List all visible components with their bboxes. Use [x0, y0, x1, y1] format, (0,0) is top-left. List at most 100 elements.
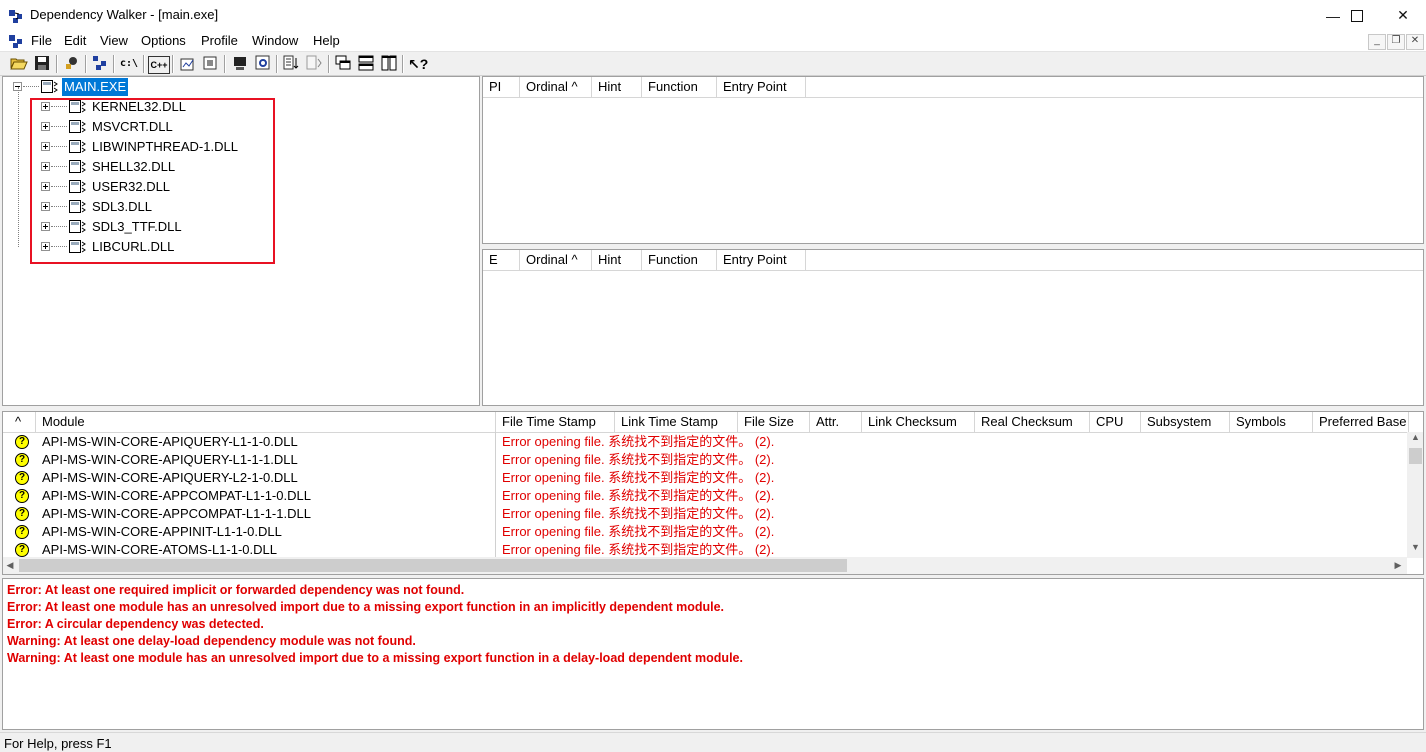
app-icon — [9, 10, 22, 23]
exports-pane: E Ordinal ^ Hint Function Entry Point — [482, 249, 1424, 406]
missing-module-icon: ? — [15, 489, 29, 503]
title-bar: Dependency Walker - [main.exe] — ✕ — [0, 0, 1426, 31]
table-row[interactable]: ? API-MS-WIN-CORE-ATOMS-L1-1-0.DLL Error o… — [3, 541, 1409, 557]
tile-vertical-icon[interactable] — [379, 55, 399, 73]
col-hint[interactable]: Hint — [592, 77, 642, 97]
table-row[interactable]: ? API-MS-WIN-CORE-APPINIT-L1-1-0.DLL Error… — [3, 523, 1409, 541]
col-subsystem[interactable]: Subsystem — [1141, 412, 1230, 432]
exports-header: E Ordinal ^ Hint Function Entry Point — [483, 250, 1423, 271]
scroll-up-icon[interactable]: ▲ — [1407, 432, 1423, 446]
missing-module-icon: ? — [15, 453, 29, 467]
col-entry-point[interactable]: Entry Point — [717, 250, 806, 270]
table-row[interactable]: ? API-MS-WIN-CORE-APPCOMPAT-L1-1-1.DLL Err… — [3, 505, 1409, 523]
log-line: Warning: At least one module has an unre… — [7, 651, 743, 665]
missing-module-icon: ? — [15, 525, 29, 539]
collapse-all-icon[interactable] — [304, 55, 324, 73]
col-ordinal[interactable]: Ordinal ^ — [520, 250, 592, 270]
log-line: Error: A circular dependency was detecte… — [7, 617, 264, 631]
menu-file[interactable]: File — [31, 33, 52, 48]
col-e[interactable]: E — [483, 250, 520, 270]
col-cpu[interactable]: CPU — [1090, 412, 1141, 432]
module-list-icon[interactable] — [230, 55, 250, 73]
module-status: Error opening file. 系统找不到指定的文件。 (2). — [502, 488, 775, 503]
menu-bar: File Edit View Options Profile Window He… — [0, 31, 1426, 51]
col-sort[interactable]: ^ — [3, 412, 36, 432]
col-link-checksum[interactable]: Link Checksum — [862, 412, 975, 432]
col-real-checksum[interactable]: Real Checksum — [975, 412, 1090, 432]
maximize-button[interactable] — [1334, 0, 1380, 31]
module-name: API-MS-WIN-CORE-APPCOMPAT-L1-1-1.DLL — [42, 506, 311, 521]
log-line: Error: At least one required implicit or… — [7, 583, 465, 597]
menu-profile[interactable]: Profile — [201, 33, 238, 48]
menu-options[interactable]: Options — [141, 33, 186, 48]
highlight-box — [30, 98, 275, 264]
col-hint[interactable]: Hint — [592, 250, 642, 270]
menu-view[interactable]: View — [100, 33, 128, 48]
copy-icon[interactable] — [62, 55, 82, 73]
undecorate-cpp-button[interactable]: C++ — [148, 56, 170, 74]
find-icon[interactable] — [253, 55, 273, 73]
scroll-down-icon[interactable]: ▼ — [1407, 542, 1423, 556]
col-function[interactable]: Function — [642, 77, 717, 97]
menu-edit[interactable]: Edit — [64, 33, 86, 48]
cascade-icon[interactable] — [333, 55, 353, 73]
table-row[interactable]: ? API-MS-WIN-CORE-APIQUERY-L1-1-1.DLL Erro… — [3, 451, 1409, 469]
module-status: Error opening file. 系统找不到指定的文件。 (2). — [502, 524, 775, 539]
status-text: For Help, press F1 — [4, 736, 112, 751]
module-list-body: ? API-MS-WIN-CORE-APIQUERY-L1-1-0.DLL Erro… — [3, 433, 1409, 557]
module-name: API-MS-WIN-CORE-APIQUERY-L1-1-0.DLL — [42, 434, 298, 449]
col-module[interactable]: Module — [36, 412, 496, 432]
tree-root-label: MAIN.EXE — [62, 78, 129, 96]
module-name: API-MS-WIN-CORE-APIQUERY-L1-1-1.DLL — [42, 452, 298, 467]
open-icon[interactable] — [9, 55, 29, 73]
vertical-scrollbar[interactable]: ▲ ▼ — [1407, 432, 1423, 558]
properties-icon[interactable] — [178, 55, 198, 73]
module-icon — [41, 80, 58, 93]
menu-help[interactable]: Help — [313, 33, 340, 48]
col-file-time-stamp[interactable]: File Time Stamp — [496, 412, 615, 432]
parent-imports-pane: PI Ordinal ^ Hint Function Entry Point — [482, 76, 1424, 244]
save-icon[interactable] — [32, 55, 52, 73]
close-button[interactable]: ✕ — [1380, 0, 1426, 31]
toolbar: c:\ C++ ↖? — [0, 51, 1426, 76]
col-pi[interactable]: PI — [483, 77, 520, 97]
module-status: Error opening file. 系统找不到指定的文件。 (2). — [502, 434, 775, 449]
col-ordinal[interactable]: Ordinal ^ — [520, 77, 592, 97]
table-row[interactable]: ? API-MS-WIN-CORE-APIQUERY-L1-1-0.DLL Erro… — [3, 433, 1409, 451]
mdi-minimize-button[interactable]: _ — [1368, 34, 1386, 50]
status-bar: For Help, press F1 — [0, 732, 1426, 752]
system-info-icon[interactable] — [200, 55, 220, 73]
expand-all-icon[interactable] — [281, 55, 301, 73]
module-status: Error opening file. 系统找不到指定的文件。 (2). — [502, 452, 775, 467]
col-function[interactable]: Function — [642, 250, 717, 270]
module-status: Error opening file. 系统找不到指定的文件。 (2). — [502, 542, 775, 557]
full-paths-button[interactable]: c:\ — [119, 55, 139, 73]
tile-horizontal-icon[interactable] — [356, 55, 376, 73]
horizontal-scrollbar[interactable]: ◀ ▶ — [3, 557, 1407, 574]
scroll-right-icon[interactable]: ▶ — [1391, 557, 1405, 574]
module-status: Error opening file. 系统找不到指定的文件。 (2). — [502, 506, 775, 521]
table-row[interactable]: ? API-MS-WIN-CORE-APIQUERY-L2-1-0.DLL Erro… — [3, 469, 1409, 487]
mdi-child-icon[interactable] — [8, 33, 26, 49]
horizontal-scroll-thumb[interactable] — [19, 559, 847, 572]
help-icon[interactable]: ↖? — [408, 55, 428, 73]
module-name: API-MS-WIN-CORE-APPCOMPAT-L1-1-0.DLL — [42, 488, 311, 503]
vertical-scroll-thumb[interactable] — [1409, 448, 1422, 464]
col-link-time-stamp[interactable]: Link Time Stamp — [615, 412, 738, 432]
table-row[interactable]: ? API-MS-WIN-CORE-APPCOMPAT-L1-1-0.DLL Err… — [3, 487, 1409, 505]
mdi-close-button[interactable]: ✕ — [1406, 34, 1424, 50]
dependency-tree-pane: MAIN.EXE KERNEL32.DLL MSVCRT.DLL LIBWINPTH… — [2, 76, 480, 406]
module-name: API-MS-WIN-CORE-APPINIT-L1-1-0.DLL — [42, 524, 282, 539]
menu-window[interactable]: Window — [252, 33, 298, 48]
log-line: Warning: At least one delay-load depende… — [7, 634, 416, 648]
missing-module-icon: ? — [15, 507, 29, 521]
col-symbols[interactable]: Symbols — [1230, 412, 1313, 432]
scroll-left-icon[interactable]: ◀ — [3, 557, 17, 574]
missing-module-icon: ? — [15, 543, 29, 557]
mdi-restore-button[interactable]: ❐ — [1387, 34, 1405, 50]
view-full-paths-icon[interactable] — [90, 55, 110, 73]
col-preferred-base[interactable]: Preferred Base — [1313, 412, 1409, 432]
col-file-size[interactable]: File Size — [738, 412, 810, 432]
col-entry-point[interactable]: Entry Point — [717, 77, 806, 97]
col-attr[interactable]: Attr. — [810, 412, 862, 432]
